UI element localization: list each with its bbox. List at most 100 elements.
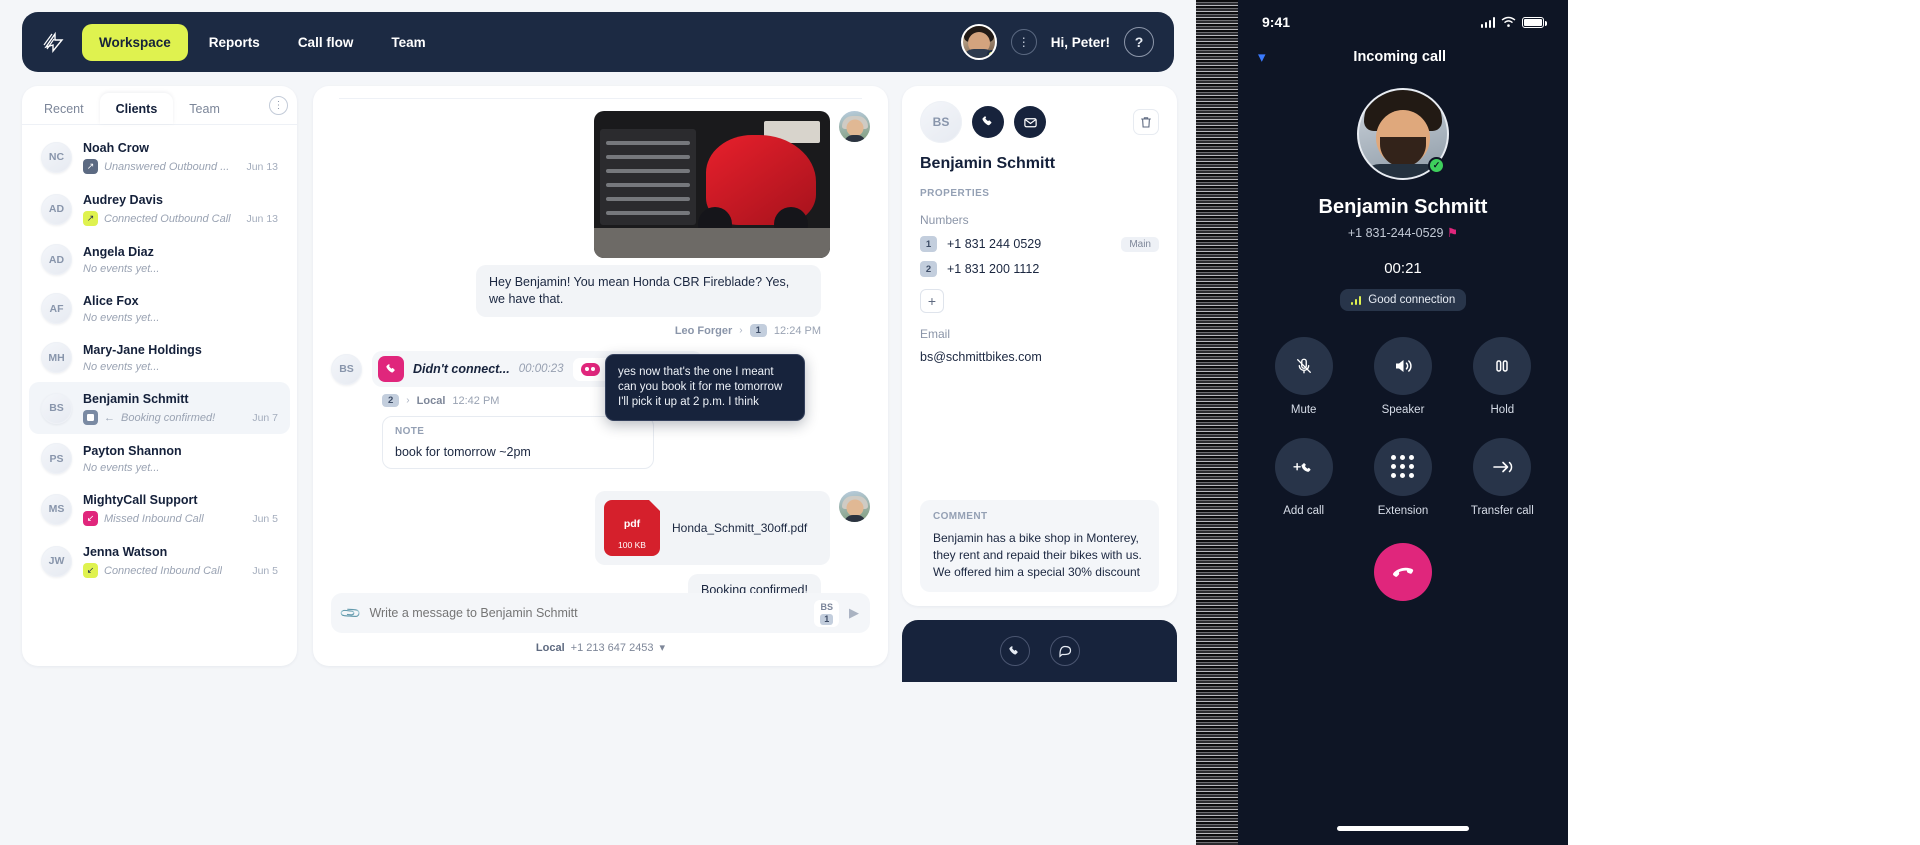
list-item[interactable]: AF Alice Fox No events yet... bbox=[29, 284, 290, 333]
top-navigation-bar: Workspace Reports Call flow Team ⋮ Hi, P… bbox=[22, 12, 1174, 72]
contact-name: MightyCall Support bbox=[83, 493, 198, 507]
file-card[interactable]: pdf 100 KB Honda_Schmitt_30off.pdf bbox=[595, 491, 830, 565]
message-input[interactable] bbox=[369, 606, 805, 620]
message-icon bbox=[83, 410, 98, 425]
list-item[interactable]: AD Audrey Davis ↗ Connected Outbound Cal… bbox=[29, 183, 290, 235]
nav-item-call-flow[interactable]: Call flow bbox=[281, 24, 371, 61]
dial-icon[interactable] bbox=[999, 636, 1030, 666]
hold-button[interactable]: Hold bbox=[1453, 337, 1552, 416]
line-selector[interactable]: Local +1 213 647 2453 ▾ bbox=[331, 641, 870, 655]
note-card[interactable]: NOTE book for tomorrow ~2pm bbox=[382, 416, 654, 469]
mute-button[interactable]: Mute bbox=[1254, 337, 1353, 416]
nav-item-reports[interactable]: Reports bbox=[192, 24, 277, 61]
call-timer: 00:21 bbox=[1384, 260, 1422, 277]
comment-title: COMMENT bbox=[933, 511, 988, 522]
contact-date: Jun 7 bbox=[252, 412, 278, 424]
mightycall-logo-icon[interactable] bbox=[36, 24, 72, 60]
battery-icon bbox=[1522, 16, 1547, 28]
nav-item-workspace[interactable]: Workspace bbox=[82, 23, 188, 61]
properties-heading: PROPERTIES bbox=[920, 188, 990, 199]
transfer-call-button[interactable]: Transfer call bbox=[1453, 438, 1552, 517]
phone-status-bar: 9:41 bbox=[1254, 0, 1552, 30]
pause-icon bbox=[1473, 337, 1532, 395]
list-item[interactable]: AD Angela Diaz No events yet... bbox=[29, 235, 290, 284]
tab-clients[interactable]: Clients bbox=[99, 93, 174, 124]
more-options-icon[interactable]: ⋮ bbox=[1010, 29, 1037, 55]
avatar: BS bbox=[41, 392, 72, 424]
number-index: 1 bbox=[920, 236, 937, 252]
nav-item-team[interactable]: Team bbox=[374, 24, 442, 61]
tab-team[interactable]: Team bbox=[173, 93, 236, 124]
pdf-label: pdf bbox=[623, 517, 641, 530]
speaker-icon bbox=[1373, 337, 1432, 395]
connection-quality-label: Good connection bbox=[1368, 294, 1456, 306]
control-label: Transfer call bbox=[1470, 505, 1534, 517]
inbound-arrow-icon: ← bbox=[104, 411, 115, 424]
motorcycle-photo[interactable] bbox=[594, 111, 830, 258]
chevron-down-icon: ▾ bbox=[659, 642, 666, 654]
contact-list: NC Noah Crow ↗ Unanswered Outbound ... J… bbox=[22, 125, 297, 593]
contacts-sidebar: Recent Clients Team ⋮ NC Noah Crow ↗ Una… bbox=[22, 86, 297, 666]
phone-number: +1 831 200 1112 bbox=[947, 262, 1040, 276]
contact-date: Jun 5 bbox=[252, 565, 278, 577]
nav-right-cluster: ⋮ Hi, Peter! ? bbox=[960, 24, 1160, 60]
list-item[interactable]: MH Mary-Jane Holdings No events yet... bbox=[29, 333, 290, 382]
sender-line-chip[interactable]: BS 1 bbox=[814, 599, 839, 627]
add-call-button[interactable]: Add call bbox=[1254, 438, 1353, 517]
help-icon[interactable]: ? bbox=[1124, 27, 1154, 57]
list-item[interactable]: PS Payton Shannon No events yet... bbox=[29, 434, 290, 483]
voicemail-transcript-tooltip: yes now that's the one I meant can you b… bbox=[605, 354, 805, 421]
inbound-connected-icon: ↙ bbox=[83, 563, 98, 578]
contact-event: Booking confirmed! bbox=[121, 411, 216, 424]
outbound-unanswered-icon: ↗ bbox=[83, 159, 98, 174]
note-title: NOTE bbox=[395, 426, 425, 437]
message-meta: Leo Forger › 1 12:24 PM bbox=[331, 324, 821, 337]
list-item[interactable]: NC Noah Crow ↗ Unanswered Outbound ... J… bbox=[29, 131, 290, 183]
signal-quality-icon bbox=[1350, 295, 1362, 305]
comment-card[interactable]: COMMENT Benjamin has a bike shop in Mont… bbox=[920, 500, 1159, 592]
send-icon[interactable]: ▶ bbox=[849, 605, 859, 621]
tab-recent[interactable]: Recent bbox=[28, 93, 100, 124]
delete-icon[interactable] bbox=[1133, 109, 1159, 135]
line-selector-label: Local bbox=[535, 641, 565, 654]
device-bezel-strip bbox=[1196, 0, 1238, 845]
list-item[interactable]: MS MightyCall Support ↙ Missed Inbound C… bbox=[29, 483, 290, 535]
contact-name: Payton Shannon bbox=[83, 444, 182, 458]
status-time: 9:41 bbox=[1262, 14, 1291, 30]
sender-initials: BS bbox=[820, 601, 833, 612]
add-number-button[interactable]: + bbox=[920, 289, 944, 313]
contact-event: Missed Inbound Call bbox=[104, 512, 204, 525]
caller-avatar-wrap: ✓ bbox=[1254, 88, 1552, 180]
verified-badge-icon: ✓ bbox=[1428, 157, 1445, 174]
extension-button[interactable]: Extension bbox=[1353, 438, 1452, 517]
speaker-button[interactable]: Speaker bbox=[1353, 337, 1452, 416]
mic-off-icon bbox=[1274, 337, 1333, 395]
end-call-button[interactable] bbox=[1374, 543, 1432, 601]
missed-inbound-icon: ↙ bbox=[83, 511, 98, 526]
user-avatar[interactable] bbox=[960, 24, 997, 60]
email-button[interactable] bbox=[1014, 106, 1046, 138]
sidebar-more-icon[interactable]: ⋮ bbox=[269, 95, 288, 115]
avatar: BS bbox=[920, 101, 962, 143]
caller-number: +1 831-244-0529 ⚑ bbox=[1254, 225, 1552, 240]
greeting-label: Hi, Peter! bbox=[1050, 34, 1110, 50]
phone-number-row[interactable]: 1 +1 831 244 0529 Main bbox=[920, 236, 1159, 252]
list-item[interactable]: JW Jenna Watson ↙ Connected Inbound Call… bbox=[29, 535, 290, 587]
contact-event: Connected Inbound Call bbox=[104, 564, 223, 577]
image-message bbox=[331, 111, 870, 258]
transfer-icon bbox=[1473, 438, 1532, 496]
call-button[interactable] bbox=[972, 106, 1004, 138]
hangup-wrap bbox=[1254, 543, 1552, 601]
contact-name: Benjamin Schmitt bbox=[920, 155, 1056, 172]
chevron-right-icon: › bbox=[406, 395, 410, 406]
attachment-icon[interactable]: 📎 bbox=[339, 601, 363, 625]
phone-number-row[interactable]: 2 +1 831 200 1112 bbox=[920, 261, 1159, 277]
list-item-benjamin-schmitt[interactable]: BS Benjamin Schmitt ← Booking confirmed!… bbox=[29, 382, 290, 434]
file-message: pdf 100 KB Honda_Schmitt_30off.pdf bbox=[331, 491, 870, 565]
contact-event: Unanswered Outbound ... bbox=[104, 160, 230, 173]
avatar: MH bbox=[41, 342, 72, 373]
avatar: PS bbox=[41, 443, 72, 474]
file-size: 100 KB bbox=[618, 540, 646, 550]
email-value: bs@schmittbikes.com bbox=[920, 350, 1042, 364]
chat-icon[interactable] bbox=[1049, 636, 1080, 666]
